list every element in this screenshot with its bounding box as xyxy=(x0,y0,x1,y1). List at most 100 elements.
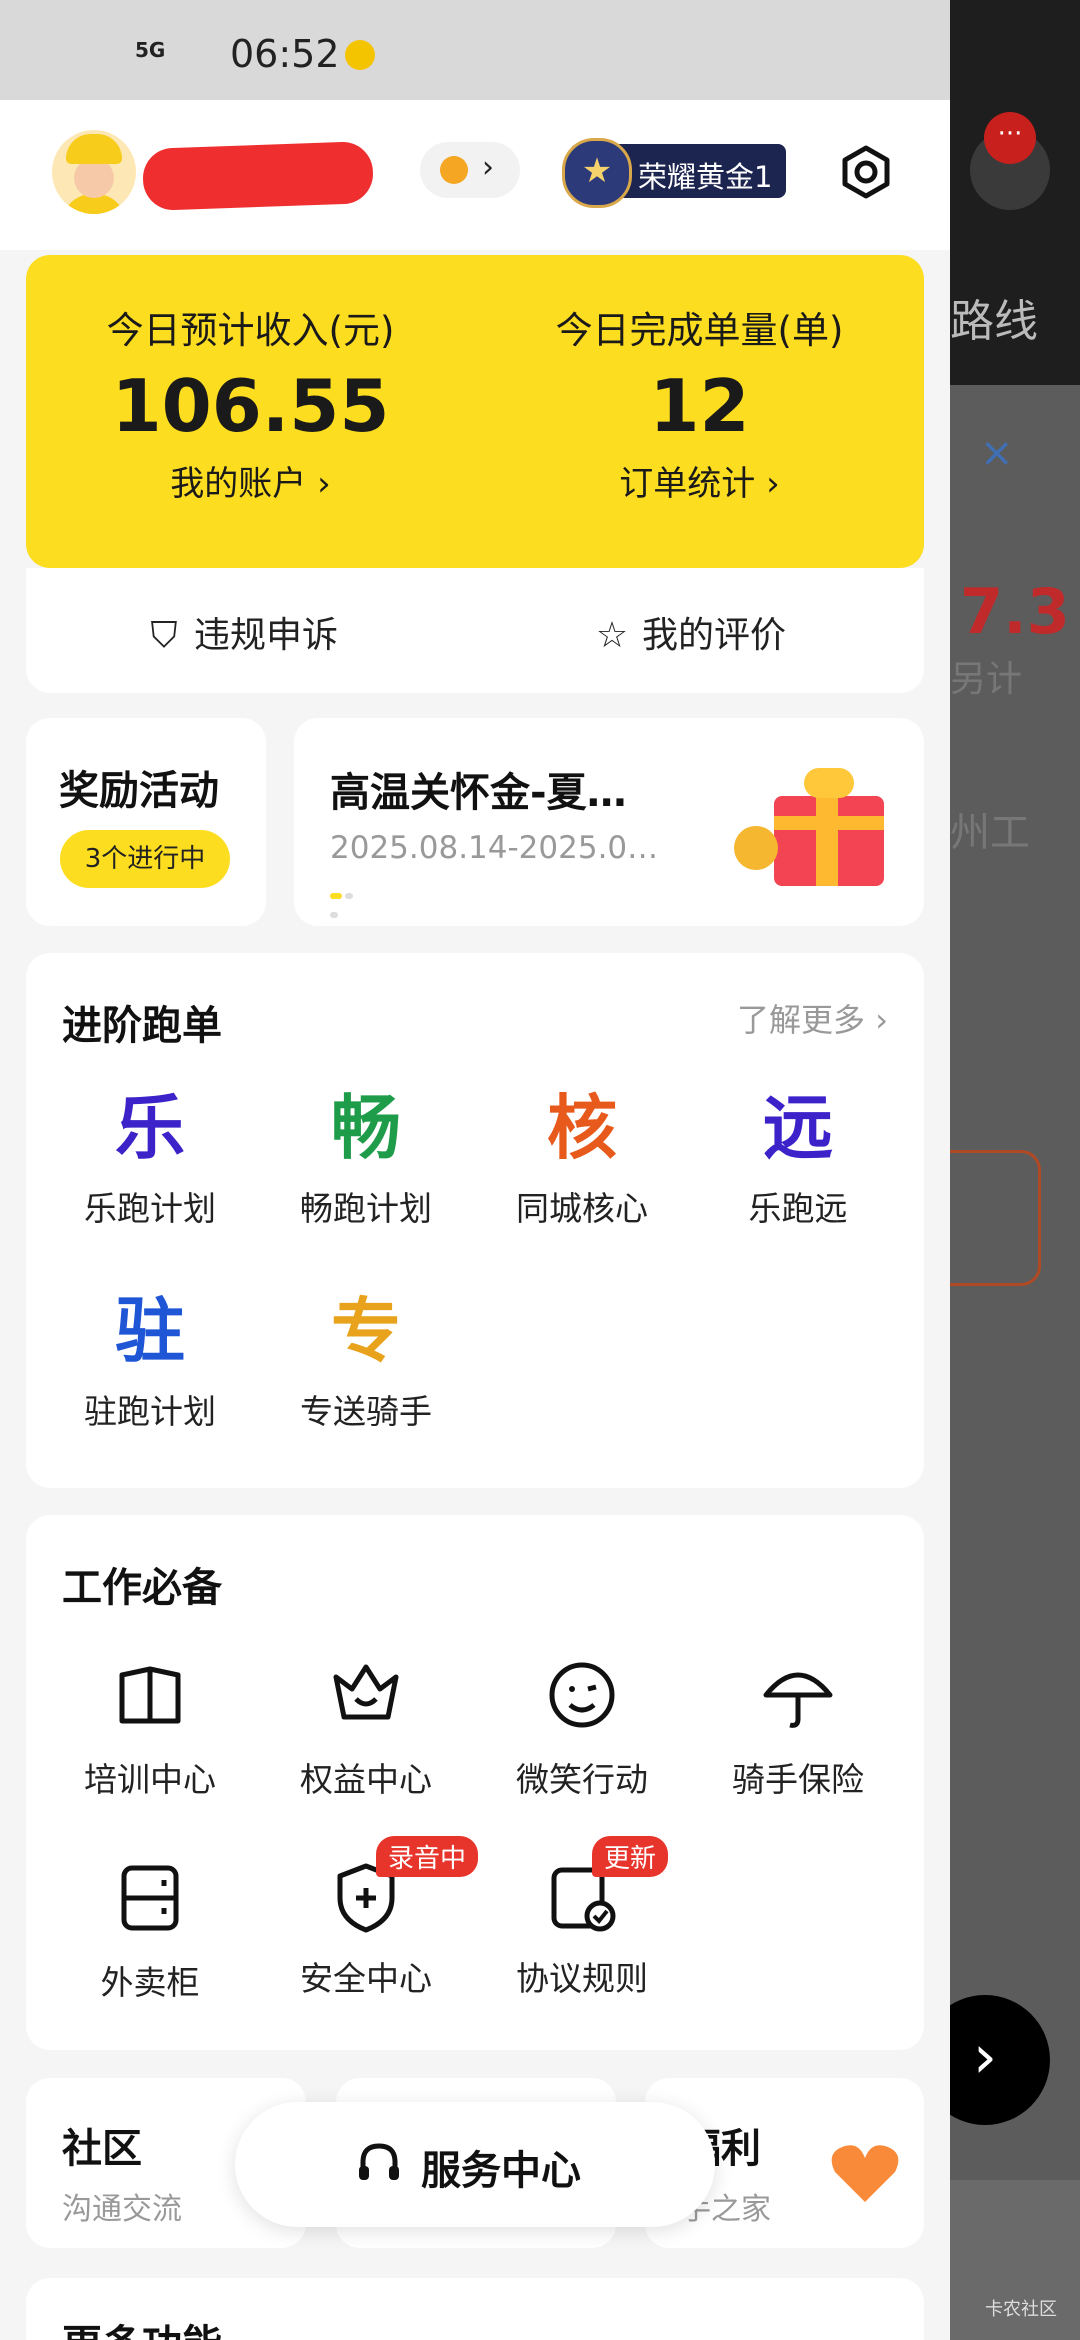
side-drawer: 5G 06:52 › ★ 荣耀黄金1 今日预计收入(元) 106.55 我的账户… xyxy=(0,0,950,2340)
training-center-item[interactable]: 培训中心 xyxy=(40,1655,260,1801)
appeal-label: 违规申诉 xyxy=(194,615,339,656)
network-indicator: 5G xyxy=(135,38,166,62)
item-label: 培训中心 xyxy=(84,1760,216,1799)
book-icon xyxy=(119,1666,181,1724)
appeal-icon: ⛉ xyxy=(150,615,178,656)
status-time: 06:52 xyxy=(230,32,340,76)
more-title: 更多功能 xyxy=(62,2312,222,2340)
service-center-label: 服务中心 xyxy=(421,2148,581,2194)
plan-label: 畅跑计划 xyxy=(300,1189,432,1228)
heart-icon xyxy=(831,2145,899,2202)
appeal-rating-row: ⛉ 违规申诉 ☆ 我的评价 xyxy=(26,568,924,693)
plan-char: 乐 xyxy=(115,1087,185,1169)
recording-badge: 录音中 xyxy=(376,1836,479,1877)
close-icon: × xyxy=(980,430,1014,476)
item-label: 安全中心 xyxy=(300,1959,432,1998)
notification-badge: ··· xyxy=(984,112,1036,164)
orders-value: 12 xyxy=(649,364,750,448)
avatar[interactable] xyxy=(52,130,136,214)
promo-card[interactable]: 高温关怀金-夏… 2025.08.14-2025.0… xyxy=(294,718,924,926)
benefits-center-item[interactable]: 权益中心 xyxy=(256,1655,476,1801)
plan-char: 驻 xyxy=(115,1290,185,1372)
reward-title: 奖励活动 xyxy=(59,768,219,814)
income-column: 今日预计收入(元) 106.55 我的账户 › xyxy=(26,300,475,505)
plan-item-lepao[interactable]: 乐 乐跑计划 xyxy=(40,1088,260,1230)
headset-icon xyxy=(359,2143,399,2180)
background-button xyxy=(950,1150,1041,1286)
plan-label: 同城核心 xyxy=(516,1189,648,1228)
work-essentials-section: 工作必备 培训中心 权益中心 微笑行动 骑手保险 外卖柜 录音中 安全中心 更新… xyxy=(26,1515,924,2050)
background-text: 州工 xyxy=(950,810,1030,856)
watermark: 卡农社区 xyxy=(985,2299,1057,2320)
plan-item-changpao[interactable]: 畅 畅跑计划 xyxy=(256,1088,476,1230)
reward-status-pill: 3个进行中 xyxy=(60,830,230,888)
plan-label: 驻跑计划 xyxy=(84,1392,216,1431)
plan-label: 乐跑远 xyxy=(748,1189,848,1228)
update-badge: 更新 xyxy=(592,1836,669,1877)
smile-icon xyxy=(549,1662,615,1728)
star-outline-icon: ☆ xyxy=(595,615,629,656)
orders-label: 今日完成单量(单) xyxy=(555,309,844,352)
star-icon: ★ xyxy=(562,138,632,208)
safety-center-item[interactable]: 录音中 安全中心 xyxy=(256,1836,479,2000)
reward-activity-card[interactable]: 奖励活动 3个进行中 xyxy=(26,718,266,926)
carousel-dots xyxy=(330,884,360,918)
section-title: 工作必备 xyxy=(62,1565,222,1611)
plan-char: 远 xyxy=(763,1087,833,1169)
rider-insurance-item[interactable]: 骑手保险 xyxy=(688,1655,908,1801)
income-label: 今日预计收入(元) xyxy=(106,309,395,352)
profile-header: › ★ 荣耀黄金1 xyxy=(0,100,950,250)
advanced-orders-section: 进阶跑单 了解更多 › 乐 乐跑计划 畅 畅跑计划 核 同城核心 远 乐跑远 驻… xyxy=(26,953,924,1488)
learn-more-link[interactable]: 了解更多 › xyxy=(737,995,888,1041)
status-bar: 5G 06:52 xyxy=(0,0,950,100)
chevron-right-icon: › xyxy=(482,150,494,185)
agreement-icon-wrap: 更新 xyxy=(542,1836,669,1938)
plan-item-resident[interactable]: 驻 驻跑计划 xyxy=(40,1291,260,1433)
app-notification-icon xyxy=(345,40,375,70)
plan-label: 专送骑手 xyxy=(300,1392,432,1431)
community-title: 社区 xyxy=(62,2126,142,2172)
delivery-locker-item[interactable]: 外卖柜 xyxy=(40,1858,260,2004)
gift-icon xyxy=(734,756,884,886)
coin-icon xyxy=(440,156,468,184)
plan-item-core[interactable]: 核 同城核心 xyxy=(472,1088,692,1230)
service-center-button[interactable]: 服务中心 xyxy=(235,2102,715,2227)
chevron-right-icon: › xyxy=(950,1995,1050,2125)
my-rating-button[interactable]: ☆ 我的评价 xyxy=(592,606,786,658)
coin-button[interactable]: › xyxy=(420,142,520,198)
more-functions-card: 更多功能 xyxy=(26,2278,924,2340)
my-account-link[interactable]: 我的账户 › xyxy=(26,456,475,505)
settings-icon[interactable] xyxy=(838,144,894,200)
community-subtitle: 沟通交流 xyxy=(62,2192,182,2227)
orders-column: 今日完成单量(单) 12 订单统计 › xyxy=(475,300,924,505)
plan-char: 畅 xyxy=(331,1087,401,1169)
violation-appeal-button[interactable]: ⛉ 违规申诉 xyxy=(144,606,338,658)
crown-icon xyxy=(333,1664,399,1720)
plan-label: 乐跑计划 xyxy=(84,1189,216,1228)
item-label: 权益中心 xyxy=(300,1760,432,1799)
item-label: 外卖柜 xyxy=(100,1963,200,2002)
plan-char: 专 xyxy=(331,1290,401,1372)
section-title: 进阶跑单 xyxy=(62,1003,222,1049)
plan-item-far[interactable]: 远 乐跑远 xyxy=(688,1088,908,1230)
plan-char: 核 xyxy=(547,1087,617,1169)
promo-title: 高温关怀金-夏… xyxy=(330,770,627,816)
background-app: ··· 路线 × 7.3 另计 州工 › xyxy=(950,0,1080,2340)
item-label: 协议规则 xyxy=(516,1959,648,1998)
rank-badge[interactable]: ★ 荣耀黄金1 xyxy=(562,138,786,208)
shield-icon-wrap: 录音中 xyxy=(326,1836,479,1938)
promo-date: 2025.08.14-2025.0… xyxy=(330,830,659,866)
umbrella-icon xyxy=(763,1672,833,1728)
background-route-text: 路线 xyxy=(950,296,1038,347)
rank-label: 荣耀黄金1 xyxy=(638,160,773,194)
redacted-username xyxy=(141,141,375,211)
plan-item-dedicated[interactable]: 专 专送骑手 xyxy=(256,1291,476,1433)
locker-icon xyxy=(121,1865,179,1931)
income-card: 今日预计收入(元) 106.55 我的账户 › 今日完成单量(单) 12 订单统… xyxy=(26,255,924,568)
smile-action-item[interactable]: 微笑行动 xyxy=(472,1655,692,1801)
order-stats-link[interactable]: 订单统计 › xyxy=(475,456,924,505)
agreement-rules-item[interactable]: 更新 协议规则 xyxy=(472,1836,692,2000)
background-subtext: 另计 xyxy=(950,659,1023,700)
income-value: 106.55 xyxy=(111,364,390,448)
background-number: 7.3 xyxy=(960,575,1070,648)
